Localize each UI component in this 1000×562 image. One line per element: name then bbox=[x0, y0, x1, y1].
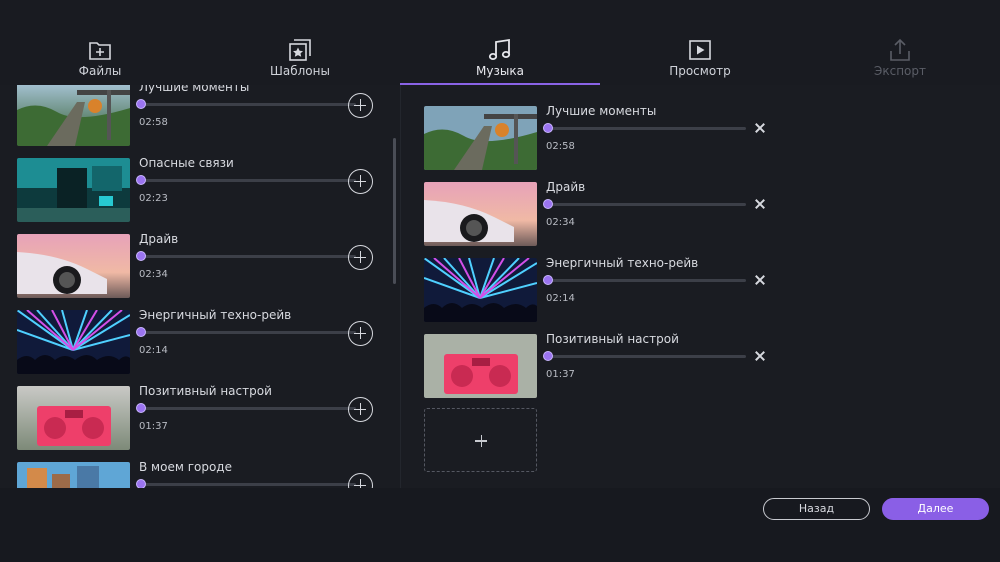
next-button[interactable]: Далее bbox=[882, 498, 989, 520]
track-duration: 02:58 bbox=[546, 141, 575, 152]
add-track-button[interactable] bbox=[348, 397, 373, 422]
library-track-row: Драйв 02:34 bbox=[17, 232, 377, 298]
selected-track-row: Лучшие моменты 02:58 bbox=[424, 104, 784, 170]
tab-export-label: Экспорт bbox=[873, 64, 927, 78]
track-title: Драйв bbox=[139, 232, 179, 246]
track-thumbnail bbox=[424, 334, 537, 398]
selected-track-row: Драйв 02:34 bbox=[424, 180, 784, 246]
track-title: Лучшие моменты bbox=[546, 104, 657, 118]
music-note-icon bbox=[488, 38, 511, 60]
track-title: Энергичный техно-рейв bbox=[139, 308, 292, 322]
tab-music-label: Музыка bbox=[476, 64, 524, 78]
remove-track-button[interactable] bbox=[754, 198, 766, 210]
add-track-button[interactable] bbox=[348, 321, 373, 346]
slider-knob[interactable] bbox=[136, 99, 146, 109]
tab-files-label: Файлы bbox=[78, 64, 122, 78]
track-thumbnail bbox=[424, 258, 537, 322]
tab-templates[interactable]: Шаблоны bbox=[200, 0, 400, 85]
track-duration: 02:34 bbox=[546, 217, 575, 228]
track-title: Опасные связи bbox=[139, 156, 234, 170]
top-navigation: Файлы Шаблоны Музыка Просмотр Экспорт bbox=[0, 0, 1000, 85]
back-button[interactable]: Назад bbox=[763, 498, 870, 520]
track-thumbnail bbox=[424, 182, 537, 246]
track-thumbnail bbox=[17, 462, 130, 488]
tab-music[interactable]: Музыка bbox=[400, 0, 600, 85]
track-title: Драйв bbox=[546, 180, 586, 194]
track-title: В моем городе bbox=[139, 460, 232, 474]
remove-track-button[interactable] bbox=[754, 122, 766, 134]
slider-knob[interactable] bbox=[543, 275, 553, 285]
templates-icon bbox=[289, 39, 311, 61]
remove-track-button[interactable] bbox=[754, 274, 766, 286]
library-track-row: В моем городе bbox=[17, 460, 377, 488]
track-progress-slider[interactable] bbox=[136, 327, 356, 337]
track-thumbnail bbox=[17, 158, 130, 222]
track-progress-slider[interactable] bbox=[136, 175, 356, 185]
play-preview-icon bbox=[689, 40, 711, 60]
track-duration: 02:14 bbox=[139, 345, 168, 356]
tab-export: Экспорт bbox=[800, 0, 1000, 85]
music-library-panel[interactable]: Лучшие моменты 02:58 Опасные связи 02:23 bbox=[0, 85, 400, 488]
track-thumbnail bbox=[17, 85, 130, 146]
slider-knob[interactable] bbox=[136, 403, 146, 413]
track-progress-slider[interactable] bbox=[136, 251, 356, 261]
track-progress-slider[interactable] bbox=[136, 479, 356, 488]
track-duration: 02:23 bbox=[139, 193, 168, 204]
slider-knob[interactable] bbox=[136, 327, 146, 337]
selected-music-panel: Лучшие моменты 02:58 Драйв 02:34 Энергич… bbox=[401, 85, 1000, 488]
track-title: Энергичный техно-рейв bbox=[546, 256, 699, 270]
track-thumbnail bbox=[17, 310, 130, 374]
add-track-button[interactable] bbox=[348, 169, 373, 194]
library-track-row: Опасные связи 02:23 bbox=[17, 156, 377, 222]
tab-preview-label: Просмотр bbox=[669, 64, 731, 78]
track-progress-slider[interactable] bbox=[543, 275, 746, 285]
selected-track-row: Позитивный настрой 01:37 bbox=[424, 332, 784, 398]
slider-knob[interactable] bbox=[136, 251, 146, 261]
slider-knob[interactable] bbox=[543, 351, 553, 361]
library-track-row: Позитивный настрой 01:37 bbox=[17, 384, 377, 450]
track-progress-slider[interactable] bbox=[136, 403, 356, 413]
track-thumbnail bbox=[17, 234, 130, 298]
track-title: Лучшие моменты bbox=[139, 85, 250, 94]
track-duration: 01:37 bbox=[139, 421, 168, 432]
track-duration: 01:37 bbox=[546, 369, 575, 380]
track-progress-slider[interactable] bbox=[543, 123, 746, 133]
slider-knob[interactable] bbox=[136, 479, 146, 488]
track-thumbnail bbox=[17, 386, 130, 450]
slider-knob[interactable] bbox=[543, 199, 553, 209]
slider-knob[interactable] bbox=[543, 123, 553, 133]
selected-track-row: Энергичный техно-рейв 02:14 bbox=[424, 256, 784, 322]
add-track-button[interactable] bbox=[348, 473, 373, 488]
add-music-slot-button[interactable] bbox=[424, 408, 537, 472]
track-duration: 02:58 bbox=[139, 117, 168, 128]
footer-bar: Назад Далее bbox=[0, 488, 1000, 562]
file-add-icon bbox=[89, 42, 111, 60]
library-track-row: Лучшие моменты 02:58 bbox=[17, 85, 377, 146]
track-duration: 02:14 bbox=[546, 293, 575, 304]
tab-templates-label: Шаблоны bbox=[270, 64, 330, 78]
track-progress-slider[interactable] bbox=[543, 351, 746, 361]
tab-files[interactable]: Файлы bbox=[0, 0, 200, 85]
export-icon bbox=[890, 38, 910, 61]
track-thumbnail bbox=[424, 106, 537, 170]
add-track-button[interactable] bbox=[348, 93, 373, 118]
tab-preview[interactable]: Просмотр bbox=[600, 0, 800, 85]
track-progress-slider[interactable] bbox=[136, 99, 356, 109]
slider-knob[interactable] bbox=[136, 175, 146, 185]
add-track-button[interactable] bbox=[348, 245, 373, 270]
track-title: Позитивный настрой bbox=[139, 384, 272, 398]
library-track-row: Энергичный техно-рейв 02:14 bbox=[17, 308, 377, 374]
remove-track-button[interactable] bbox=[754, 350, 766, 362]
track-title: Позитивный настрой bbox=[546, 332, 679, 346]
track-progress-slider[interactable] bbox=[543, 199, 746, 209]
track-duration: 02:34 bbox=[139, 269, 168, 280]
library-scrollbar[interactable] bbox=[393, 138, 396, 284]
